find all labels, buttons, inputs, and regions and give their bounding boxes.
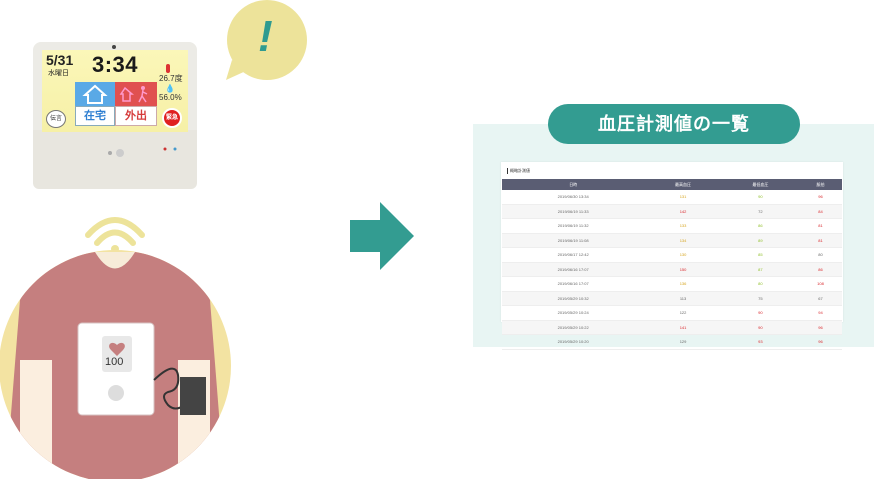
table-cell-date: 2019/05/29 10:20 xyxy=(502,334,645,350)
date-label: 5/31 xyxy=(46,52,74,68)
alert-bubble: ! xyxy=(222,0,310,86)
table-header-cell: 脈拍 xyxy=(799,179,842,190)
table-cell-sys: 131 xyxy=(644,190,722,205)
thermometer-icon xyxy=(166,64,170,73)
table-header-cell: 最低血圧 xyxy=(721,179,800,190)
table-cell-date: 2019/06/30 13:34 xyxy=(502,190,645,205)
tablet-hardware-buttons xyxy=(106,145,128,157)
table-cell-pulse: 84 xyxy=(799,204,842,219)
table-cell-dia: 89 xyxy=(721,233,800,248)
emergency-button[interactable]: 緊急 xyxy=(162,108,182,128)
table-cell-dia: 75 xyxy=(721,291,800,306)
out-walking-icon[interactable] xyxy=(115,82,157,106)
table-row: 2019/06/17 12:42 130 85 80 xyxy=(502,247,842,263)
table-cell-sys: 122 xyxy=(644,305,722,321)
home-house-icon[interactable] xyxy=(75,82,115,106)
table-cell-pulse: 67 xyxy=(799,291,842,306)
table-row: 2019/05/29 10:24 122 90 94 xyxy=(502,305,842,321)
panel-title: 血圧計測値の一覧 xyxy=(548,104,800,144)
table-row: 2019/05/29 10:22 141 90 96 xyxy=(502,320,842,335)
table-row: 2019/06/19 11:08 134 89 81 xyxy=(502,233,842,248)
message-button[interactable]: 伝言 xyxy=(46,110,66,128)
tablet-screen: 5/31 水曜日 3:34 26.7度 💧 56.0% 在宅 外出 伝言 緊急 xyxy=(42,50,188,132)
table-row: 2019/06/19 11:33 142 72 84 xyxy=(502,204,842,219)
indicator-lights xyxy=(162,139,182,151)
table-cell-sys: 141 xyxy=(644,320,722,335)
sheet-title: 概略計測値 xyxy=(507,168,530,174)
table-row: 2019/06/16 17:07 136 80 108 xyxy=(502,276,842,292)
table-cell-dia: 90 xyxy=(721,190,800,205)
table-cell-dia: 72 xyxy=(721,204,800,219)
table-row: 2019/06/30 13:34 131 90 96 xyxy=(502,190,842,205)
table-cell-pulse: 81 xyxy=(799,233,842,248)
table-cell-dia: 87 xyxy=(721,262,800,277)
table-body: 2019/06/30 13:34 131 90 96 2019/06/19 11:33 1… xyxy=(502,190,842,350)
home-button[interactable]: 在宅 xyxy=(75,106,115,126)
table-header-row: 日時 最高血圧 最低血圧 脈拍 xyxy=(502,179,842,190)
humidity-label: 56.0% xyxy=(159,93,182,102)
table-cell-dia: 80 xyxy=(721,276,800,292)
table-cell-sys: 134 xyxy=(644,233,722,248)
table-cell-dia: 85 xyxy=(721,247,800,263)
measurement-table: 日時 最高血圧 最低血圧 脈拍 2019/06/30 13:34 131 90 96 2019… xyxy=(502,179,842,350)
table-row: 2019/06/16 17:07 150 87 86 xyxy=(502,262,842,277)
table-cell-sys: 136 xyxy=(644,276,722,292)
camera-dot xyxy=(112,45,116,49)
table-cell-date: 2019/06/16 17:07 xyxy=(502,276,645,292)
out-button[interactable]: 外出 xyxy=(115,106,157,126)
table-cell-date: 2019/06/19 11:08 xyxy=(502,233,645,248)
table-cell-dia: 93 xyxy=(721,334,800,350)
table-cell-pulse: 96 xyxy=(799,190,842,205)
table-cell-pulse: 86 xyxy=(799,262,842,277)
table-cell-date: 2019/05/29 10:24 xyxy=(502,305,645,321)
table-row: 2019/05/29 10:20 129 93 96 xyxy=(502,334,842,350)
temperature-label: 26.7度 xyxy=(159,74,183,83)
time-label: 3:34 xyxy=(92,52,139,77)
measurement-sheet: 概略計測値 日時 最高血圧 最低血圧 脈拍 2019/06/30 13:34 131 90… xyxy=(501,162,843,350)
table-cell-pulse: 108 xyxy=(799,276,842,292)
table-row: 2019/05/29 10:32 113 75 67 xyxy=(502,291,842,306)
table-cell-pulse: 96 xyxy=(799,320,842,335)
alert-mark: ! xyxy=(258,12,273,61)
table-cell-pulse: 96 xyxy=(799,334,842,350)
table-cell-sys: 133 xyxy=(644,218,722,234)
table-cell-pulse: 94 xyxy=(799,305,842,321)
table-cell-date: 2019/06/19 11:33 xyxy=(502,204,645,219)
table-cell-date: 2019/06/19 11:32 xyxy=(502,218,645,234)
table-cell-sys: 142 xyxy=(644,204,722,219)
table-cell-pulse: 80 xyxy=(799,247,842,263)
table-cell-sys: 150 xyxy=(644,262,722,277)
table-cell-date: 2019/05/29 10:32 xyxy=(502,291,645,306)
humidity-drop-icon: 💧 xyxy=(165,84,175,93)
flow-arrow-icon xyxy=(350,202,414,270)
table-cell-dia: 90 xyxy=(721,320,800,335)
table-cell-sys: 113 xyxy=(644,291,722,306)
table-cell-date: 2019/06/17 12:42 xyxy=(502,247,645,263)
table-cell-pulse: 81 xyxy=(799,218,842,234)
device-reading: 100 xyxy=(105,356,124,368)
table-row: 2019/06/19 11:32 133 86 81 xyxy=(502,218,842,234)
table-header-cell: 日時 xyxy=(502,179,645,190)
table-cell-sys: 129 xyxy=(644,334,722,350)
table-cell-date: 2019/06/16 17:07 xyxy=(502,262,645,277)
weekday-label: 水曜日 xyxy=(48,70,69,77)
table-cell-dia: 90 xyxy=(721,305,800,321)
table-cell-dia: 86 xyxy=(721,218,800,234)
person-illustration: 100 xyxy=(0,190,260,482)
table-cell-date: 2019/05/29 10:22 xyxy=(502,320,645,335)
table-header-cell: 最高血圧 xyxy=(644,179,722,190)
table-cell-sys: 130 xyxy=(644,247,722,263)
